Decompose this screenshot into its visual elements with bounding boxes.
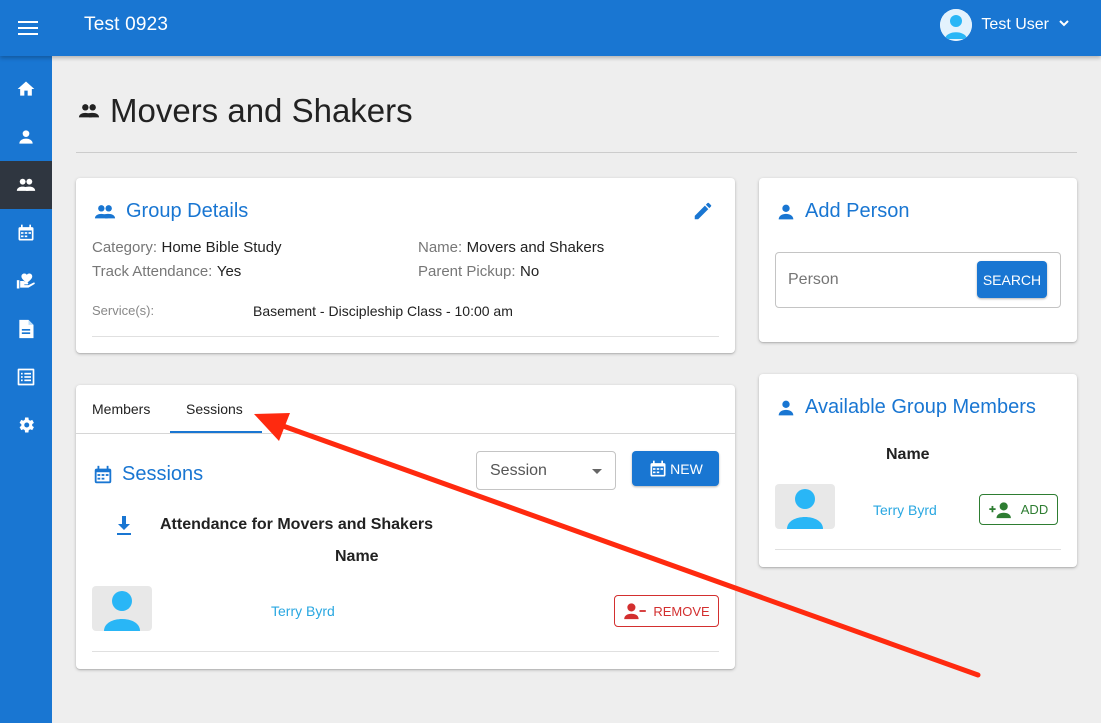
new-session-button[interactable]: NEW bbox=[632, 451, 719, 486]
card-divider bbox=[92, 336, 719, 337]
tab-members[interactable]: Members bbox=[92, 401, 150, 417]
session-select-value: Session bbox=[490, 462, 547, 479]
session-select[interactable]: Session bbox=[476, 451, 616, 490]
category-detail: Category: Home Bible Study bbox=[92, 239, 282, 257]
available-members-title: Available Group Members bbox=[805, 396, 1036, 418]
parent-pickup-detail: Parent Pickup: No bbox=[418, 263, 539, 281]
tabs-divider bbox=[76, 433, 735, 434]
member-name-link[interactable]: Terry Byrd bbox=[271, 603, 335, 619]
sessions-title: Sessions bbox=[122, 463, 204, 485]
category-label: Category: bbox=[92, 239, 158, 256]
add-member-button[interactable]: ADD bbox=[979, 494, 1058, 525]
gear-icon bbox=[19, 417, 34, 433]
group-details-title: Group Details bbox=[126, 200, 249, 222]
person-icon bbox=[19, 130, 33, 144]
sidebar-item-reports[interactable] bbox=[0, 353, 52, 401]
available-members-header: Available Group Members bbox=[775, 396, 1036, 419]
search-button[interactable]: SEARCH bbox=[977, 261, 1047, 298]
name-value: Movers and Shakers bbox=[466, 239, 605, 256]
home-icon bbox=[17, 81, 35, 96]
sidebar bbox=[0, 56, 52, 723]
services-value: Basement - Discipleship Class - 10:00 am bbox=[253, 303, 513, 319]
person-search-box: SEARCH bbox=[775, 252, 1061, 308]
app-title: Test 0923 bbox=[84, 14, 169, 35]
add-person-header: Add Person bbox=[775, 200, 910, 223]
sidebar-item-donations[interactable] bbox=[0, 257, 52, 305]
services-label: Service(s): bbox=[92, 303, 155, 318]
group-icon bbox=[78, 104, 100, 118]
name-column-header: Name bbox=[335, 548, 379, 565]
sidebar-item-attendance[interactable] bbox=[0, 209, 52, 257]
available-members-card: Available Group Members Name Terry Byrd … bbox=[759, 374, 1077, 567]
title-divider bbox=[76, 152, 1077, 153]
tab-sessions[interactable]: Sessions bbox=[186, 401, 243, 417]
new-session-label: NEW bbox=[670, 460, 703, 477]
person-icon bbox=[778, 400, 794, 415]
top-app-bar: Test 0923 Test User bbox=[0, 0, 1101, 56]
track-attendance-label: Track Attendance: bbox=[92, 263, 213, 280]
add-person-title: Add Person bbox=[805, 200, 910, 222]
track-attendance-value: Yes bbox=[216, 263, 242, 280]
add-person-card: Add Person SEARCH bbox=[759, 178, 1077, 342]
sessions-header: Sessions bbox=[92, 463, 203, 486]
sidebar-item-forms[interactable] bbox=[0, 305, 52, 353]
page-header: Movers and Shakers bbox=[76, 92, 413, 130]
calendar-icon bbox=[94, 465, 112, 483]
add-person-icon bbox=[989, 501, 1011, 518]
remove-button[interactable]: REMOVE bbox=[614, 595, 719, 627]
download-icon[interactable] bbox=[114, 515, 134, 537]
document-icon bbox=[19, 319, 34, 339]
name-detail: Name: Movers and Shakers bbox=[418, 239, 604, 257]
user-name: Test User bbox=[981, 16, 1049, 33]
user-avatar bbox=[940, 9, 973, 41]
sessions-card: Members Sessions Sessions Session NEW At… bbox=[76, 385, 735, 669]
edit-icon[interactable] bbox=[692, 200, 714, 222]
chevron-down-icon bbox=[1057, 16, 1071, 35]
sidebar-item-people[interactable] bbox=[0, 113, 52, 161]
sidebar-item-home[interactable] bbox=[0, 65, 52, 113]
track-attendance-detail: Track Attendance: Yes bbox=[92, 263, 241, 281]
add-label: ADD bbox=[1020, 502, 1049, 517]
remove-person-icon bbox=[624, 603, 647, 620]
remove-label: REMOVE bbox=[653, 603, 710, 619]
calendar-icon bbox=[650, 460, 666, 476]
person-icon bbox=[104, 591, 140, 631]
person-search-input[interactable] bbox=[788, 267, 968, 293]
volunteer-heart-icon bbox=[16, 273, 35, 289]
attendance-title: Attendance for Movers and Shakers bbox=[160, 516, 433, 533]
list-alt-icon bbox=[17, 368, 35, 386]
user-menu[interactable]: Test User bbox=[940, 9, 1071, 41]
sidebar-item-groups[interactable] bbox=[0, 161, 52, 209]
avatar bbox=[775, 484, 835, 529]
person-icon bbox=[787, 489, 823, 529]
group-details-card: Group Details Category: Home Bible Study… bbox=[76, 178, 735, 353]
group-icon bbox=[94, 204, 116, 218]
avatar bbox=[92, 586, 152, 631]
row-divider bbox=[92, 651, 719, 652]
member-name-link[interactable]: Terry Byrd bbox=[873, 502, 937, 518]
parent-pickup-label: Parent Pickup: bbox=[418, 263, 516, 280]
person-icon bbox=[778, 204, 794, 219]
category-value: Home Bible Study bbox=[161, 239, 282, 256]
parent-pickup-value: No bbox=[520, 263, 540, 280]
page-title: Movers and Shakers bbox=[110, 92, 413, 129]
name-label: Name: bbox=[418, 239, 463, 256]
group-icon bbox=[16, 178, 36, 191]
name-column-header: Name bbox=[886, 446, 930, 463]
row-divider bbox=[775, 549, 1061, 550]
group-details-header: Group Details bbox=[92, 200, 248, 223]
menu-icon[interactable] bbox=[14, 14, 42, 42]
dropdown-arrow-icon bbox=[592, 469, 602, 474]
sidebar-item-settings[interactable] bbox=[0, 401, 52, 449]
calendar-icon bbox=[18, 224, 34, 241]
